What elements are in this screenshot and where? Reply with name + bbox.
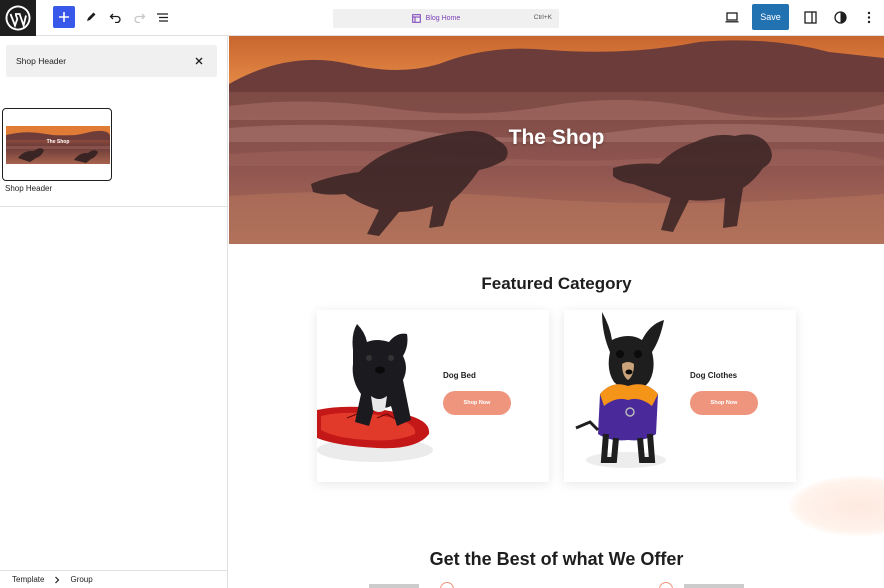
offer-item-text: [684, 584, 744, 588]
layout-icon: [411, 14, 421, 23]
category-name: Dog Clothes: [690, 371, 738, 380]
breadcrumb-item-group[interactable]: Group: [70, 575, 92, 584]
category-name: Dog Bed: [443, 371, 476, 380]
redo-icon: [133, 13, 145, 23]
redo-button[interactable]: [128, 6, 150, 28]
breadcrumb: Template Group: [0, 570, 228, 588]
plus-icon: [59, 12, 69, 22]
save-button[interactable]: Save: [752, 4, 789, 30]
sidebar-icon: [803, 10, 817, 24]
decorative-wave: [789, 476, 884, 536]
pen-icon: [87, 12, 96, 21]
template-title: Blog Home: [425, 15, 461, 22]
category-card-dog-bed[interactable]: Dog Bed Shop Now: [317, 310, 549, 482]
offer-item-text: [369, 584, 419, 588]
undo-icon: [109, 13, 121, 23]
shop-header-cover[interactable]: The Shop: [229, 36, 884, 244]
breadcrumb-item-template[interactable]: Template: [12, 575, 44, 584]
dog-clothes-image: [575, 312, 666, 468]
list-view-button[interactable]: [151, 6, 173, 28]
tools-button[interactable]: [80, 6, 102, 28]
clear-search-button[interactable]: [193, 55, 205, 67]
pattern-preview-shop-header[interactable]: The Shop: [2, 108, 112, 181]
editor-toolbar: Blog Home Ctrl+K Save: [0, 0, 884, 36]
styles-button[interactable]: [829, 6, 851, 28]
shop-now-button[interactable]: Shop Now: [443, 391, 511, 415]
offer-heading: Get the Best of what We Offer: [429, 549, 684, 569]
pattern-label: Shop Header: [5, 184, 53, 193]
command-shortcut: Ctrl+K: [533, 14, 552, 21]
settings-sidebar-button[interactable]: [799, 6, 821, 28]
shop-now-button[interactable]: Shop Now: [690, 391, 758, 415]
pattern-search: [6, 45, 217, 77]
undo-button[interactable]: [104, 6, 126, 28]
half-circle-icon: [833, 10, 847, 24]
offer-item-icon: [440, 582, 454, 588]
search-input[interactable]: [6, 45, 191, 77]
device-preview-button[interactable]: [721, 6, 743, 28]
pattern-thumbnail: The Shop: [6, 126, 110, 164]
desktop-icon: [725, 11, 739, 22]
editor-canvas[interactable]: The Shop Featured Category Dog Bed Shop …: [229, 36, 884, 588]
wordpress-icon: [5, 5, 31, 31]
pattern-thumb-title: The Shop: [46, 139, 70, 145]
divider: [0, 206, 227, 207]
wordpress-logo-button[interactable]: [0, 0, 36, 36]
offer-item-icon: [659, 582, 673, 588]
category-card-dog-clothes[interactable]: Dog Clothes Shop Now: [564, 310, 796, 482]
block-inserter-button[interactable]: [53, 6, 75, 28]
command-palette-bar[interactable]: Blog Home Ctrl+K: [333, 9, 559, 28]
close-icon: [195, 57, 203, 65]
options-button[interactable]: [858, 6, 880, 28]
featured-category-heading: Featured Category: [481, 274, 632, 293]
pattern-inserter-panel: The Shop Shop Header: [0, 36, 228, 570]
list-view-icon: [156, 12, 168, 22]
dog-bed-image: [317, 324, 433, 462]
chevron-right-icon: [55, 576, 60, 583]
hero-title: The Shop: [508, 126, 605, 149]
more-vertical-icon: [867, 11, 871, 23]
